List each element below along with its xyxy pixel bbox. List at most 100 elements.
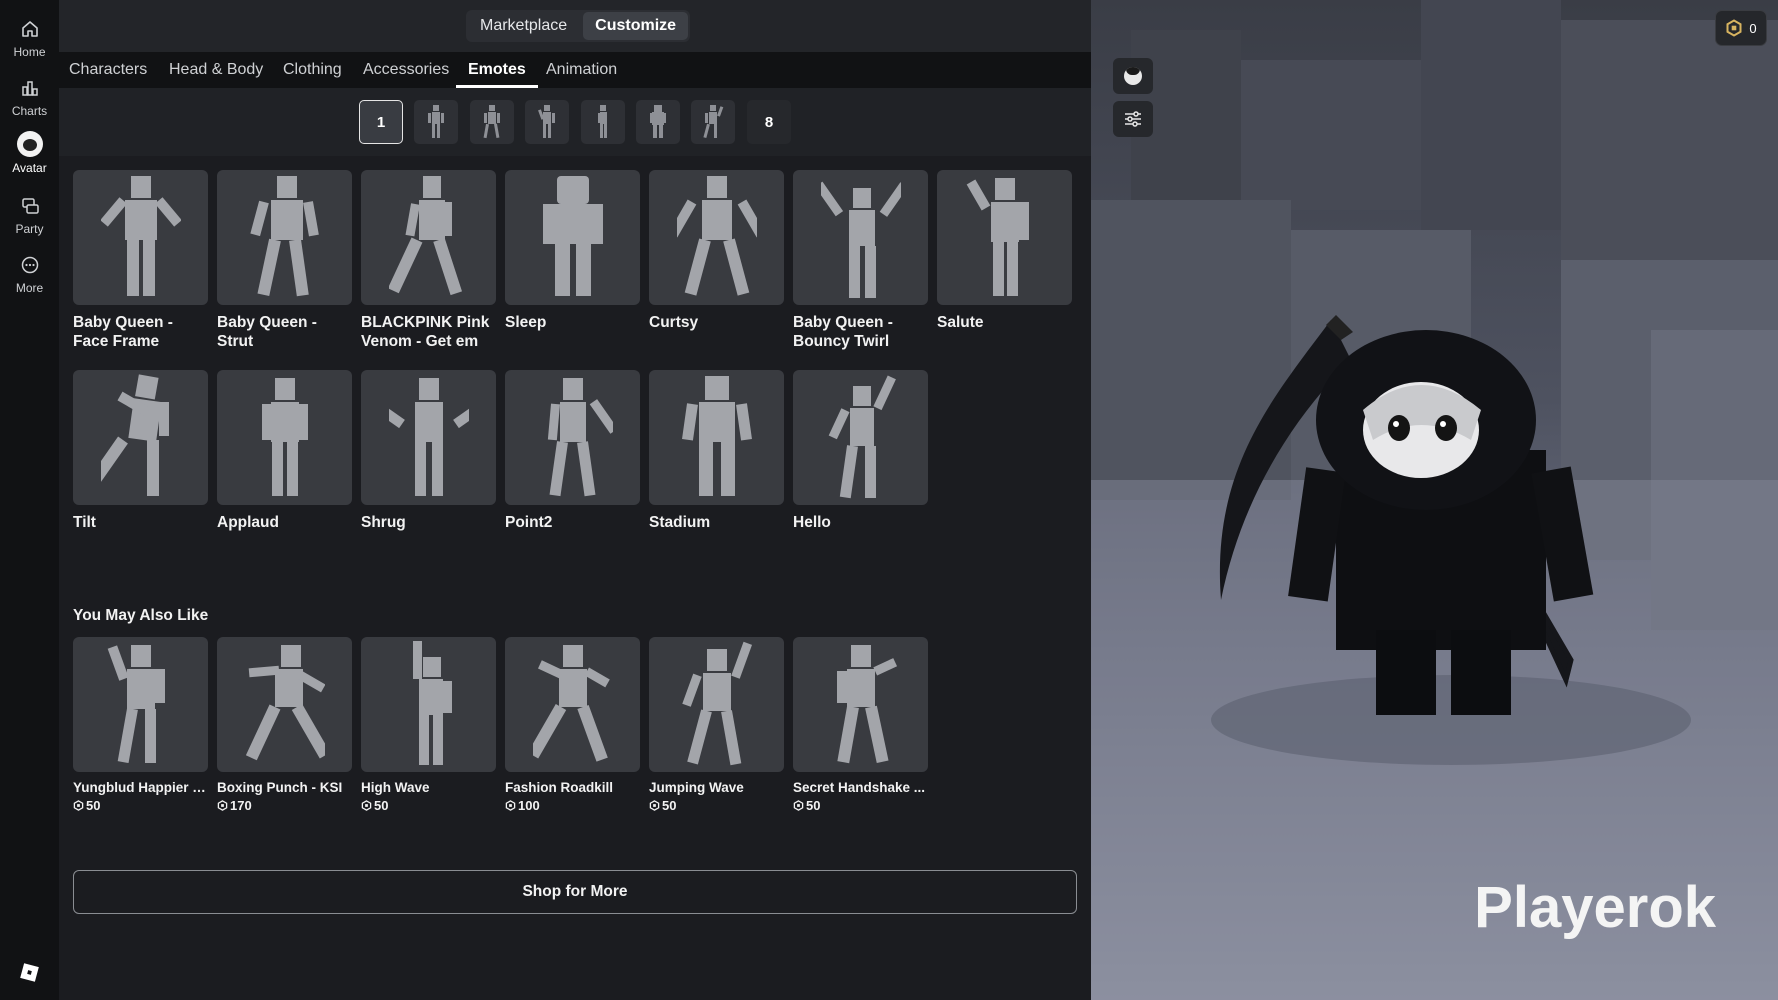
tab-accessories[interactable]: Accessories [363,52,449,88]
price-value: 50 [662,798,677,813]
avatar-icon [16,130,44,158]
recommended-name: Yungblud Happier J... [73,780,208,795]
emote-figure-icon [547,377,613,496]
emote-figure-icon [542,175,603,296]
tab-clothing[interactable]: Clothing [283,52,342,88]
nav-charts[interactable]: Charts [0,71,59,127]
emote-thumbnail [793,370,928,505]
username-label: Playerok [1474,875,1716,940]
left-navigation: Home Charts Avatar Party More [0,0,59,1000]
avatar-thumbnail-button[interactable] [1113,58,1153,94]
emote-figure-icon [598,105,607,138]
charts-icon [19,77,41,99]
emote-item[interactable]: Applaud [217,370,352,532]
price-value: 100 [518,798,540,813]
emote-thumbnail [217,370,352,505]
emote-slot-4[interactable] [525,100,569,144]
emote-thumbnail [361,170,496,305]
recommended-item[interactable]: Fashion Roadkill 100 [505,637,640,813]
recommended-name: Jumping Wave [649,780,744,795]
nav-avatar-label: Avatar [12,161,47,175]
emote-figure-icon [388,377,469,496]
emote-thumbnail [505,370,640,505]
nav-home-label: Home [13,45,46,59]
emote-slot-6[interactable] [636,100,680,144]
emote-item[interactable]: Curtsy [649,170,784,332]
emote-slots: 1 8 [59,88,1091,156]
emote-name: Tilt [73,514,96,531]
emote-slot-3[interactable] [470,100,514,144]
emote-figure-icon [483,105,500,139]
price-value: 50 [806,798,821,813]
recommended-price: 100 [505,798,640,813]
emote-item[interactable]: Hello [793,370,928,532]
emote-slot-7[interactable] [691,100,735,144]
tab-head-body[interactable]: Head & Body [169,52,263,88]
emote-slot-2[interactable] [414,100,458,144]
robux-balance[interactable]: 0 [1715,10,1767,46]
category-tabs: Characters Head & Body Clothing Accessor… [59,52,1091,88]
emote-item[interactable]: BLACKPINK Pink Venom - Get em [361,170,496,351]
emote-thumbnail [505,170,640,305]
roblox-logo-icon[interactable] [20,963,39,982]
emote-figure-icon [107,644,165,763]
emote-name: Curtsy [649,314,699,331]
recommended-name: High Wave [361,780,430,795]
emote-figure-icon [249,175,319,296]
nav-party[interactable]: Party [0,189,59,245]
emote-item[interactable]: Baby Queen - Face Frame [73,170,208,351]
nav-avatar[interactable]: Avatar [0,128,59,184]
settings-sliders-button[interactable] [1113,101,1153,137]
emote-figure-icon [681,375,752,496]
sliders-icon [1125,111,1141,127]
recommended-price: 50 [73,798,208,813]
shop-for-more-button[interactable]: Shop for More [73,870,1077,914]
emote-slot-1[interactable]: 1 [359,100,403,144]
recommended-item[interactable]: Secret Handshake ... 50 [793,637,928,813]
recommended-item[interactable]: Yungblud Happier J... 50 [73,637,208,813]
nav-home[interactable]: Home [0,12,59,68]
tab-emotes[interactable]: Emotes [456,52,538,88]
recommended-item[interactable]: High Wave 50 [361,637,496,813]
tab-characters[interactable]: Characters [69,52,147,88]
recommended-thumbnail [505,637,640,772]
recommended-thumbnail [361,637,496,772]
emote-figure-icon [828,374,896,498]
emote-item[interactable]: Salute [937,170,1072,332]
marketplace-button[interactable]: Marketplace [468,12,579,40]
emote-figure-icon [650,105,666,138]
recommended-name: Fashion Roadkill [505,780,614,795]
robux-icon [1726,19,1742,37]
recommended-thumbnail [73,637,208,772]
recommended-price: 170 [217,798,352,813]
customize-button[interactable]: Customize [583,12,689,40]
robux-icon [217,800,228,811]
emote-figure-icon [532,644,610,762]
emote-item[interactable]: Baby Queen - Bouncy Twirl [793,170,928,351]
nav-more[interactable]: More [0,248,59,304]
emote-thumbnail [649,170,784,305]
recommended-item[interactable]: Boxing Punch - KSI 170 [217,637,352,813]
robux-icon [361,800,372,811]
emote-item[interactable]: Tilt [73,370,208,532]
recommended-name: Secret Handshake ... [793,780,926,795]
emote-figure-icon [412,640,452,765]
emote-slot-5[interactable] [581,100,625,144]
tab-animation[interactable]: Animation [546,52,617,88]
emote-item[interactable]: Point2 [505,370,640,532]
emote-thumbnail [649,370,784,505]
party-icon [19,195,41,217]
emote-name: Applaud [217,514,279,531]
emote-slot-8[interactable]: 8 [747,100,791,144]
emote-name: BLACKPINK Pink Venom - Get em [361,314,490,350]
avatar-preview[interactable]: 0 Playerok [1091,0,1778,1000]
emote-item[interactable]: Sleep [505,170,640,332]
emote-item[interactable]: Baby Queen - Strut [217,170,352,351]
robux-icon [793,800,804,811]
emote-item[interactable]: Shrug [361,370,496,532]
recommended-item[interactable]: Jumping Wave 50 [649,637,784,813]
emote-item[interactable]: Stadium [649,370,784,532]
emote-figure-icon [100,175,181,296]
section-title-recommendations: You May Also Like [73,607,209,624]
emote-figure-icon [388,175,462,295]
